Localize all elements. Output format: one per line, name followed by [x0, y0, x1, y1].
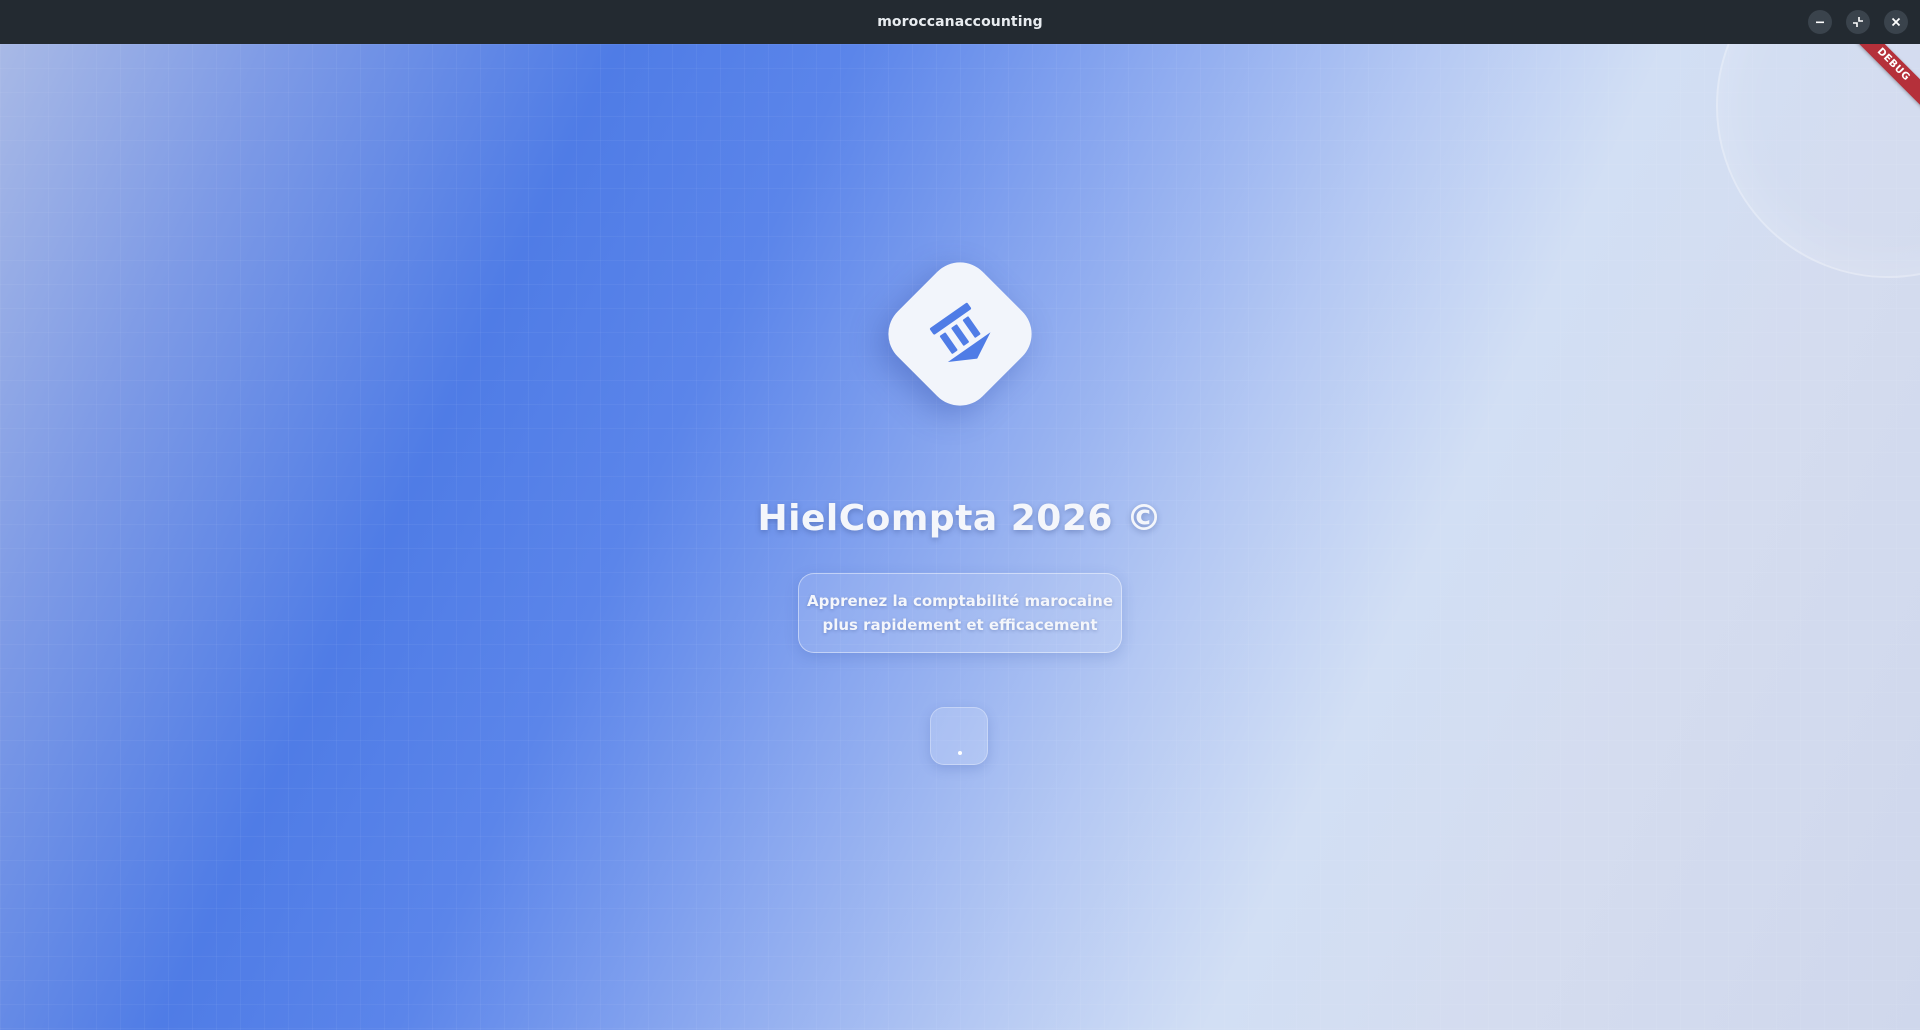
- restore-button[interactable]: [1846, 10, 1870, 34]
- window-controls: [1808, 10, 1908, 34]
- splash-screen: DEBUG HielCompta 2026 © Apprenez la comp…: [0, 44, 1920, 1030]
- close-button[interactable]: [1884, 10, 1908, 34]
- loading-dot: [958, 751, 962, 755]
- app-window: moroccanaccounting DEBUG HielCompta 2026…: [0, 0, 1920, 1030]
- close-icon: [1891, 17, 1901, 27]
- app-title: HielCompta 2026 ©: [757, 498, 1163, 539]
- window-titlebar[interactable]: moroccanaccounting: [0, 0, 1920, 44]
- tagline-line-2: plus rapidement et efficacement: [822, 616, 1098, 634]
- minimize-button[interactable]: [1808, 10, 1832, 34]
- tagline-card: Apprenez la comptabilité marocaine plus …: [798, 573, 1122, 653]
- window-title: moroccanaccounting: [877, 14, 1043, 30]
- tagline-line-1: Apprenez la comptabilité marocaine: [807, 592, 1113, 610]
- debug-banner: DEBUG: [1847, 44, 1920, 111]
- app-logo: [875, 249, 1045, 419]
- columns-building-icon: [929, 302, 991, 363]
- corner-decoration: [1716, 44, 1920, 278]
- minimize-icon: [1816, 21, 1824, 24]
- restore-icon: [1853, 17, 1863, 27]
- loading-indicator: [930, 707, 988, 765]
